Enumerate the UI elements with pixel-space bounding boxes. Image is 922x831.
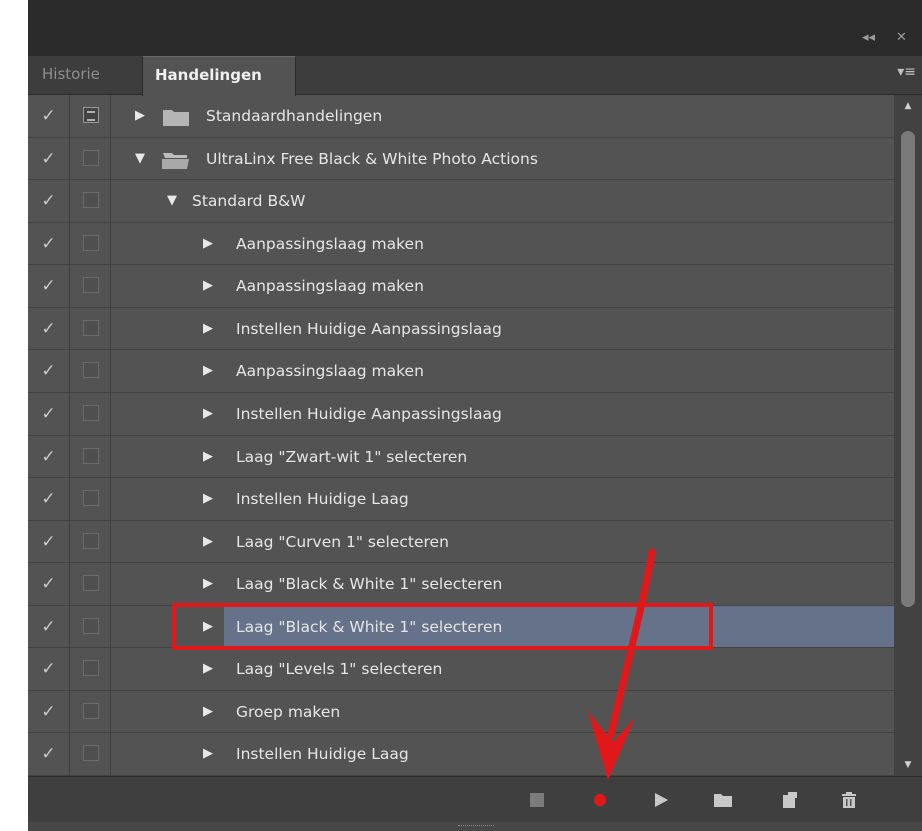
annotation-arrow [607, 548, 656, 739]
annotation-overlay [588, 548, 656, 780]
